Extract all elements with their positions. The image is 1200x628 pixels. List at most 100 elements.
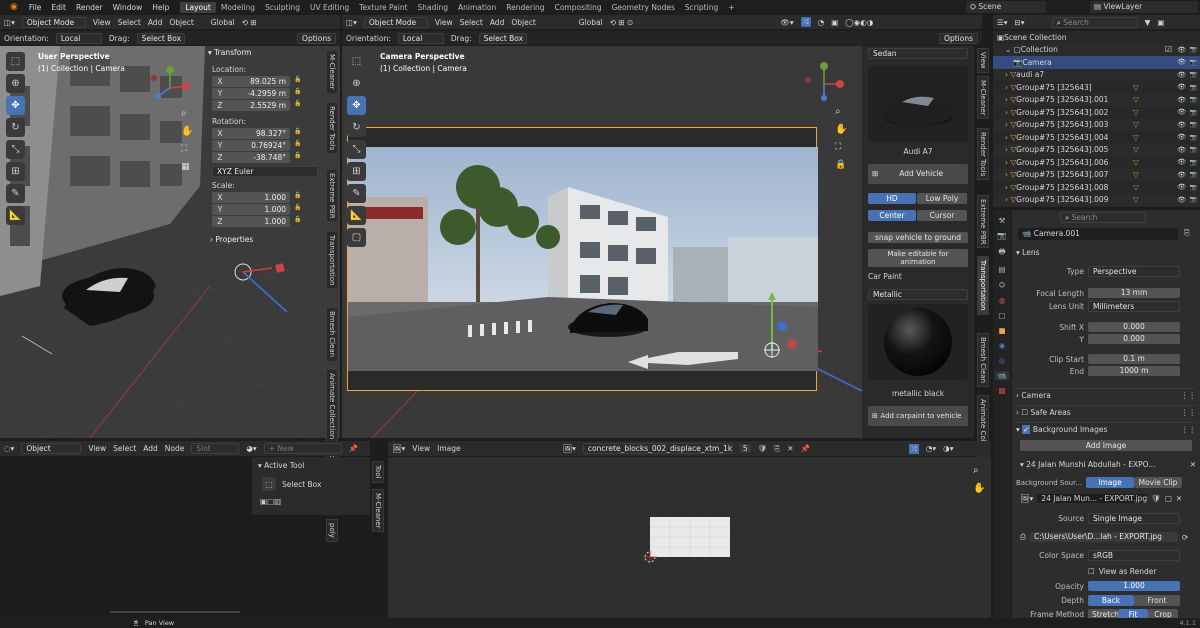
lens-unit-select[interactable]: Millimeters	[1088, 301, 1180, 312]
zoom-icon[interactable]: ⌕	[181, 108, 187, 119]
select-menu[interactable]: Select	[460, 18, 483, 27]
tab-texture-paint[interactable]: Texture Paint	[354, 3, 412, 12]
drag-select[interactable]: Select Box	[136, 32, 185, 44]
location-x-field[interactable]: X 89.025 m	[212, 76, 290, 87]
editor-type-icon[interactable]: ◫▾	[4, 18, 15, 27]
drag-select[interactable]: Select Box	[478, 32, 527, 44]
view-layer-selector[interactable]: ▤ ViewLayer	[1090, 1, 1198, 13]
move-gizmo[interactable]	[742, 286, 802, 366]
scene-selector[interactable]: ⛭ Scene	[966, 1, 1046, 13]
cursor-tool-icon[interactable]: ⊕	[347, 74, 366, 93]
image-source-toggle[interactable]: Image	[1086, 477, 1134, 488]
sidebar-tab-transportation[interactable]: Transportation	[977, 256, 989, 315]
drag-handle-icon[interactable]: ⋮⋮	[1181, 425, 1196, 434]
snap-to-ground-button[interactable]: snap vehicle to ground	[868, 232, 968, 243]
focal-length-field[interactable]: 13 mm	[1088, 288, 1180, 298]
shading-modes-icon[interactable]: ◯◉◐◑	[845, 18, 873, 27]
rotate-tool-icon[interactable]: ↻	[6, 118, 25, 137]
remove-icon[interactable]: ✕	[1190, 460, 1196, 469]
annotate-tool-icon[interactable]: ✎	[347, 184, 366, 203]
outliner-item[interactable]: › ▽ Group#75 [325643].002 ▽ 👁 📷	[993, 106, 1200, 119]
shift-x-field[interactable]: 0.000	[1088, 322, 1180, 332]
tab-sculpting[interactable]: Sculpting	[260, 3, 305, 12]
sidebar-tab-tool[interactable]: Tool	[372, 461, 384, 483]
select-mode-icons[interactable]: ▣▢▥	[260, 497, 281, 506]
reload-icon[interactable]: ⟳	[1182, 533, 1188, 542]
pin-icon[interactable]: 📌	[801, 444, 810, 453]
image-canvas[interactable]: ⌕ ✋	[388, 457, 991, 618]
collection-tab-icon[interactable]: ▢	[998, 311, 1005, 320]
render-camera-icon[interactable]: 📷	[1190, 159, 1197, 166]
sidebar-tab-view[interactable]: View	[977, 48, 989, 73]
editor-type-icon[interactable]: 🖼▾	[392, 444, 405, 453]
tool-tab-icon[interactable]: ⚒	[999, 216, 1006, 225]
view-menu[interactable]: View	[435, 18, 453, 27]
overlay-toggle-icon[interactable]: ◔▾	[926, 444, 936, 453]
rotation-mode-select[interactable]: XYZ Euler	[212, 166, 318, 177]
xray-toggle-icon[interactable]: ▣	[831, 18, 838, 27]
orientation-select[interactable]: Local	[397, 32, 444, 44]
mesh-data-icon[interactable]: ▽	[1133, 170, 1139, 179]
mesh-data-icon[interactable]: ▽	[1133, 145, 1139, 154]
render-camera-icon[interactable]: 📷	[1190, 146, 1197, 153]
frame-crop-toggle[interactable]: Crop	[1148, 609, 1178, 618]
visibility-eye-icon[interactable]: 👁	[1177, 183, 1186, 191]
outliner-item[interactable]: › ▽ Group#75 [325643].008 ▽ 👁 📷	[993, 181, 1200, 194]
outliner-item[interactable]: › ▽ Group#75 [325643] ▽ 👁 📷	[993, 81, 1200, 94]
sidebar-tab-transportation[interactable]: Transportation	[326, 230, 338, 290]
mesh-data-icon[interactable]: ▽	[1133, 95, 1139, 104]
rotation-y-field[interactable]: Y 0.76924°	[212, 140, 290, 151]
mesh-data-icon[interactable]: ▽	[1133, 120, 1139, 129]
outliner-item[interactable]: › ▽ Group#75 [325643].006 ▽ 👁 📷	[993, 156, 1200, 169]
view-menu[interactable]: View	[88, 444, 106, 453]
duplicate-icon[interactable]: ⎘	[774, 444, 780, 454]
active-tool-item[interactable]: ⬚ Select Box	[262, 477, 321, 491]
bg-images-panel-header[interactable]: ▾ ✓ Background Images ⋮⋮	[1016, 422, 1196, 434]
outliner-item[interactable]: › ▽ Group#75 [325643].001 ▽ 👁 📷	[993, 93, 1200, 106]
pan-hand-icon[interactable]: ✋	[181, 126, 193, 137]
properties-search[interactable]: ⌕ Search	[1060, 212, 1146, 223]
render-camera-icon[interactable]: 📷	[1190, 84, 1197, 91]
material-browse-icon[interactable]: ◕▾	[246, 444, 256, 453]
make-editable-button[interactable]: Make editable for animation	[868, 249, 968, 267]
outliner-scene-collection[interactable]: ▣ Scene Collection	[993, 31, 1200, 44]
sidebar-tab-m-cleaner[interactable]: M-Cleaner	[977, 75, 989, 120]
cursor-toggle[interactable]: Cursor	[917, 210, 967, 221]
measure-tool-icon[interactable]: 📐	[6, 206, 25, 225]
safe-areas-panel-header[interactable]: › ☐ Safe Areas ⋮⋮	[1016, 405, 1196, 417]
shift-y-field[interactable]: 0.000	[1088, 334, 1180, 344]
outliner-type-icon[interactable]: ☰▾	[997, 18, 1008, 27]
lens-panel-header[interactable]: ▾ Lens	[1016, 248, 1039, 257]
sidebar-tab-bmesh-clean[interactable]: Bmesh Clean	[326, 307, 338, 362]
scale-x-field[interactable]: X 1.000	[212, 192, 290, 203]
main-viewport[interactable]: Camera Perspective (1) Collection | Came…	[342, 46, 862, 438]
transform-header[interactable]: ▾ Transform	[208, 48, 318, 57]
blender-logo-icon[interactable]: ◉	[4, 2, 24, 12]
sidebar-tab-m-cleaner[interactable]: M-Cleaner	[326, 50, 338, 94]
depth-front-toggle[interactable]: Front	[1134, 595, 1180, 606]
navigation-gizmo[interactable]	[148, 66, 192, 110]
image-browse-icon[interactable]: 🖼▾	[1020, 494, 1033, 503]
properties-subpanel[interactable]: › Properties	[210, 235, 318, 244]
world-tab-icon[interactable]: ◍	[999, 296, 1006, 305]
depth-back-toggle[interactable]: Back	[1088, 595, 1134, 606]
object-menu[interactable]: Object	[511, 18, 535, 27]
active-tool-header[interactable]: ▾ Active Tool	[258, 461, 304, 470]
display-channels-icon[interactable]: ◑▾	[943, 444, 953, 453]
mesh-data-icon[interactable]: ▽	[1133, 195, 1139, 204]
mode-select[interactable]: Object Mode	[21, 16, 86, 28]
texture-tab-icon[interactable]: ▩	[998, 386, 1005, 395]
move-tool-icon[interactable]: ✥	[347, 96, 366, 115]
mesh-data-icon[interactable]: ▽	[1133, 83, 1139, 92]
select-box-tool-icon[interactable]: ⬚	[6, 52, 25, 71]
sidebar-tab-extreme-pbr[interactable]: Extreme PBR	[326, 168, 338, 223]
tab-animation[interactable]: Animation	[453, 3, 501, 12]
constraints-tab-icon[interactable]: ◎	[999, 356, 1006, 365]
node-menu[interactable]: Node	[165, 444, 185, 453]
sidebar-tab-render-tools[interactable]: Render Tools	[977, 127, 989, 181]
lowpoly-toggle[interactable]: Low Poly	[917, 193, 967, 204]
gizmo-toggle-icon[interactable]: ⤨	[800, 17, 811, 27]
image-source-select[interactable]: Single Image	[1088, 513, 1180, 524]
lock-icon[interactable]: 🔓	[294, 128, 301, 135]
node-scrollbar[interactable]	[110, 611, 240, 613]
